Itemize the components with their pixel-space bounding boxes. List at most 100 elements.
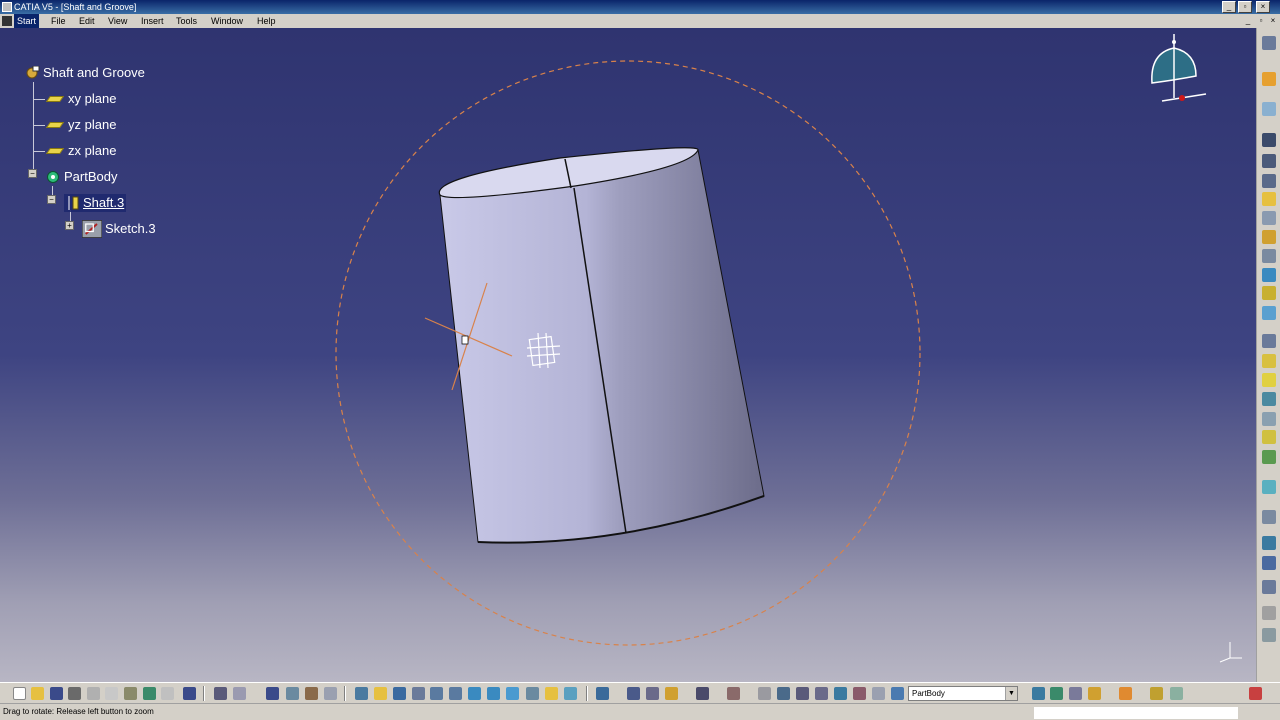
command-input[interactable] (1034, 707, 1238, 719)
fit-all-icon[interactable] (374, 687, 387, 700)
annotation-icon[interactable] (1262, 606, 1276, 620)
rib-icon[interactable] (1262, 230, 1276, 244)
measure-icon[interactable] (1262, 628, 1276, 642)
draft-icon[interactable] (1262, 354, 1276, 368)
assemble-icon[interactable] (1069, 687, 1082, 700)
tree-node-partbody[interactable]: PartBody (45, 168, 117, 186)
measure-between-icon[interactable] (627, 687, 640, 700)
compass-icon[interactable] (1151, 34, 1207, 102)
multi-view-icon[interactable] (487, 687, 500, 700)
groove-icon[interactable] (1262, 192, 1276, 206)
document-menu-icon[interactable] (2, 16, 12, 26)
union-trim-icon[interactable] (1170, 687, 1183, 700)
shaft-icon[interactable] (1262, 174, 1276, 188)
tree-node-xy-plane[interactable]: xy plane (45, 90, 116, 108)
reorder-icon[interactable] (596, 687, 609, 700)
pad-icon[interactable] (1262, 133, 1276, 147)
cut-icon[interactable] (87, 687, 100, 700)
update-icon[interactable] (324, 687, 337, 700)
comment-icon[interactable] (233, 687, 246, 700)
render-icon[interactable] (696, 687, 709, 700)
boolean-icon[interactable] (1050, 687, 1063, 700)
expand-sketch-icon[interactable]: + (65, 221, 74, 230)
menu-edit[interactable]: Edit (76, 14, 98, 28)
chamfer-icon[interactable] (1262, 334, 1276, 348)
tree-node-shaft[interactable]: Shaft.3 (64, 194, 127, 212)
tree-node-zx-plane[interactable]: zx plane (45, 142, 116, 160)
zoom-in-icon[interactable] (430, 687, 443, 700)
plane-tool-icon[interactable] (796, 687, 809, 700)
line-icon[interactable] (777, 687, 790, 700)
close-button[interactable]: × (1256, 1, 1270, 13)
settings-gear-icon[interactable] (1262, 36, 1276, 50)
catalog-icon[interactable] (266, 687, 279, 700)
rotate-icon[interactable] (412, 687, 425, 700)
mdi-restore-button[interactable]: ▫ (1256, 16, 1266, 26)
tree-node-root[interactable]: Shaft and Groove (24, 64, 145, 82)
insert-body-icon[interactable] (1032, 687, 1045, 700)
split-icon[interactable] (1262, 536, 1276, 550)
menu-view[interactable]: View (105, 14, 130, 28)
knowledge-icon[interactable] (286, 687, 299, 700)
add-icon[interactable] (1088, 687, 1101, 700)
3d-viewport[interactable]: Shaft and Groove xy plane yz plane zx pl… (0, 28, 1256, 682)
snap-icon[interactable] (834, 687, 847, 700)
redo-icon[interactable] (161, 687, 174, 700)
menu-help[interactable]: Help (254, 14, 279, 28)
formula-icon[interactable] (214, 687, 227, 700)
new-file-icon[interactable] (13, 687, 26, 700)
analysis-icon[interactable] (1262, 580, 1276, 594)
zoom-out-icon[interactable] (449, 687, 462, 700)
loft-icon[interactable] (1262, 268, 1276, 282)
menu-file[interactable]: File (48, 14, 69, 28)
current-body-select[interactable]: PartBody ▼ (908, 686, 1018, 701)
collapse-shaft-icon[interactable]: − (47, 195, 56, 204)
thickness-icon[interactable] (1262, 392, 1276, 406)
select-arrow-icon[interactable] (1262, 72, 1276, 86)
measure-item-icon[interactable] (646, 687, 659, 700)
axis-system-icon[interactable] (727, 687, 740, 700)
isometric-view-icon[interactable] (506, 687, 519, 700)
collapse-partbody-icon[interactable]: − (28, 169, 37, 178)
slot-icon[interactable] (1262, 249, 1276, 263)
tree-node-sketch[interactable]: Sketch.3 (82, 220, 156, 238)
open-folder-icon[interactable] (31, 687, 44, 700)
print-icon[interactable] (68, 687, 81, 700)
dimension-icon[interactable] (853, 687, 866, 700)
shading-icon[interactable] (526, 687, 539, 700)
body-icon[interactable] (891, 687, 904, 700)
macro-icon[interactable] (305, 687, 318, 700)
thread-icon[interactable] (1262, 412, 1276, 426)
remove-icon[interactable] (1119, 687, 1132, 700)
hide-show-icon[interactable] (545, 687, 558, 700)
translation-icon[interactable] (1262, 430, 1276, 444)
apply-material-icon[interactable] (665, 687, 678, 700)
undo-icon[interactable] (143, 687, 156, 700)
menu-start[interactable]: Start (14, 14, 40, 28)
save-icon[interactable] (50, 687, 63, 700)
pocket-icon[interactable] (1262, 154, 1276, 168)
menu-insert[interactable]: Insert (138, 14, 167, 28)
constraint-tool-icon[interactable] (872, 687, 885, 700)
scaling-icon[interactable] (1262, 510, 1276, 524)
tree-node-yz-plane[interactable]: yz plane (45, 116, 116, 134)
catia-app-icon[interactable] (2, 2, 12, 12)
remove-loft-icon[interactable] (1262, 286, 1276, 300)
fly-mode-icon[interactable] (355, 687, 368, 700)
minimize-button[interactable]: _ (1222, 1, 1236, 13)
normal-view-icon[interactable] (468, 687, 481, 700)
maximize-button[interactable]: ▫ (1238, 1, 1252, 13)
mdi-close-button[interactable]: × (1268, 16, 1278, 26)
chevron-down-icon[interactable]: ▼ (1005, 687, 1017, 700)
grid-icon[interactable] (815, 687, 828, 700)
pattern-icon[interactable] (1262, 480, 1276, 494)
geometry-canvas[interactable] (0, 28, 1256, 682)
menu-tools[interactable]: Tools (173, 14, 200, 28)
fillet-icon[interactable] (1262, 306, 1276, 320)
swap-visible-icon[interactable] (564, 687, 577, 700)
sketcher-icon[interactable] (1262, 102, 1276, 116)
point-icon[interactable] (758, 687, 771, 700)
mdi-minimize-button[interactable]: _ (1243, 16, 1253, 26)
whats-this-icon[interactable] (183, 687, 196, 700)
paste-icon[interactable] (124, 687, 137, 700)
